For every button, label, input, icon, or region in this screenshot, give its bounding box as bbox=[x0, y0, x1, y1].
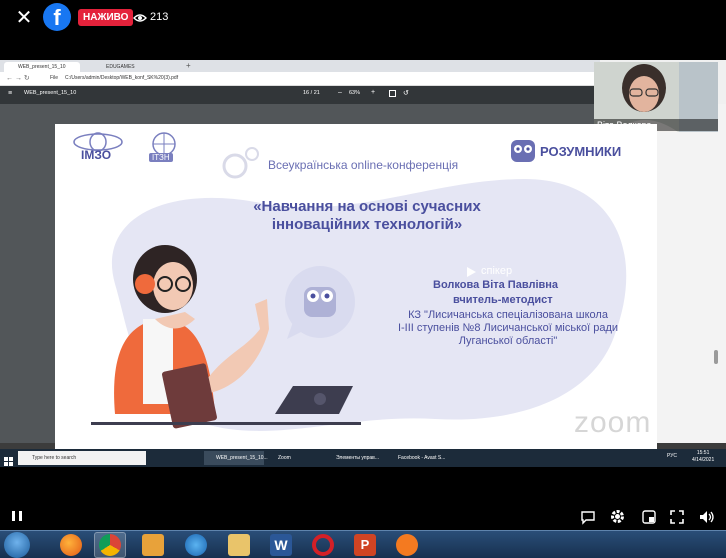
pdf-page-current[interactable]: 16 bbox=[303, 90, 309, 96]
brand-text: РОЗУМНИКИ bbox=[540, 143, 622, 159]
opera-icon[interactable] bbox=[312, 534, 334, 556]
avast-icon[interactable] bbox=[396, 534, 418, 556]
volume-icon[interactable] bbox=[698, 509, 716, 525]
file-label: File bbox=[50, 75, 59, 81]
pause-icon[interactable] bbox=[10, 509, 24, 523]
word-icon[interactable]: W bbox=[270, 534, 292, 556]
org-line3: Луганської області" bbox=[458, 335, 558, 347]
owl-logo-icon bbox=[511, 140, 535, 162]
zoom-watermark: zoom bbox=[574, 406, 652, 439]
org-line1: КЗ "Лисичанська спеціалізована школа bbox=[408, 309, 608, 321]
zoom-out-icon[interactable]: – bbox=[338, 89, 342, 96]
live-badge: НАЖИВО bbox=[78, 9, 134, 26]
browser-tab-pdf[interactable]: WEB_present_15_10 bbox=[4, 62, 80, 72]
scrollbar-thumb[interactable] bbox=[714, 350, 718, 364]
menu-icon[interactable]: ≡ bbox=[8, 90, 12, 98]
powerpoint-icon[interactable]: P bbox=[354, 534, 376, 556]
browser-tab-edugames[interactable]: EDUGAMES bbox=[92, 62, 172, 72]
firefox-icon[interactable] bbox=[60, 534, 82, 556]
windows-start-icon[interactable] bbox=[4, 453, 13, 466]
taskbar-app-label: Zoom bbox=[278, 455, 291, 461]
taskbar-app-zoom[interactable]: Zoom bbox=[266, 451, 318, 465]
pdf-title: WEB_present_15_10 bbox=[24, 90, 77, 96]
new-tab-icon[interactable]: + bbox=[186, 61, 191, 70]
nav-arrows-icon[interactable]: ← → ↻ bbox=[6, 74, 30, 82]
slide-title-line1: «Навчання на основі сучасних bbox=[253, 198, 481, 215]
org-line2: І-ІІІ ступенів №8 Лисичанської міської р… bbox=[397, 322, 619, 334]
viewers-count: 213 bbox=[133, 9, 168, 26]
taskbar-app-facebook[interactable]: Facebook - Avast S... bbox=[386, 451, 448, 465]
webcam-video: Віта Волкова bbox=[594, 62, 718, 132]
windows-taskbar: W P bbox=[0, 530, 726, 558]
ptsn-logo-text: ІТЗН bbox=[149, 153, 173, 162]
taskbar-app-pdf[interactable]: WEB_present_15_10... bbox=[204, 451, 268, 465]
ptsn-logo: ІТЗН bbox=[140, 130, 188, 164]
fb-top-bar: ✕ f НАЖИВО 213 bbox=[0, 0, 726, 34]
taskbar-app-label: WEB_present_15_10... bbox=[216, 455, 268, 461]
address-text: C:/Users/admin/Desktop/WEB_konf_SK%20(3)… bbox=[65, 75, 179, 81]
slide-title: «Навчання на основі сучасних інноваційни… bbox=[237, 198, 497, 234]
imzo-logo: ІМЗО bbox=[65, 132, 131, 162]
picture-in-picture-icon[interactable] bbox=[641, 509, 657, 525]
taskbar-search-text: Type here to search bbox=[32, 455, 77, 461]
speaker-label: спікер bbox=[481, 265, 513, 277]
address-bar[interactable]: ← → ↻ File C:/Users/admin/Desktop/WEB_ko… bbox=[0, 72, 600, 86]
taskbar-date: 4/14/2021 bbox=[692, 457, 715, 463]
taskbar-clock[interactable]: 15:51 4/14/2021 bbox=[692, 450, 714, 464]
gear-icon[interactable] bbox=[609, 508, 626, 525]
close-icon[interactable]: ✕ bbox=[14, 7, 34, 27]
facebook-logo-icon[interactable]: f bbox=[43, 3, 71, 31]
taskbar-lang[interactable]: РУС bbox=[667, 453, 677, 459]
fit-page-icon[interactable] bbox=[389, 90, 396, 97]
inner-taskbar: Type here to search WEB_present_15_10...… bbox=[0, 449, 726, 467]
ie-icon[interactable] bbox=[185, 534, 207, 556]
rozumnyky-logo: РОЗУМНИКИ bbox=[510, 138, 621, 164]
start-orb-icon[interactable] bbox=[4, 532, 30, 558]
screen: ✕ f НАЖИВО 213 WEB_present_15_10 EDUGAME… bbox=[0, 0, 726, 558]
presentation-slide: ІМЗО ІТЗН РОЗУМНИКИ Всеукраїнська online… bbox=[55, 124, 657, 449]
browser-tab-strip: WEB_present_15_10 EDUGAMES + bbox=[0, 60, 600, 72]
captions-icon[interactable] bbox=[580, 509, 596, 525]
pdf-page-total: / 21 bbox=[310, 90, 320, 96]
speaker-org: КЗ "Лисичанська спеціалізована школа І-І… bbox=[373, 309, 643, 348]
imzo-logo-text: ІМЗО bbox=[81, 148, 112, 162]
taskbar-search[interactable]: Type here to search bbox=[18, 451, 146, 465]
slide-background bbox=[91, 147, 627, 431]
viewers-number: 213 bbox=[150, 11, 169, 23]
pdf-page-indicator: 16 / 21 bbox=[303, 90, 320, 96]
eye-icon bbox=[133, 13, 147, 22]
chrome-icon[interactable] bbox=[99, 534, 121, 556]
pdf-toolbar: ≡ WEB_present_15_10 16 / 21 – 63% + ↺ bbox=[0, 86, 600, 104]
taskbar-app-controls[interactable]: Элементы управ... bbox=[324, 451, 382, 465]
folder-icon[interactable] bbox=[228, 534, 250, 556]
fullscreen-icon[interactable] bbox=[669, 509, 685, 525]
taskbar-app-label: Facebook - Avast S... bbox=[398, 455, 446, 461]
media-player-icon[interactable] bbox=[142, 534, 164, 556]
zoom-in-icon[interactable]: + bbox=[371, 89, 375, 96]
tab-label: WEB_present_15_10 bbox=[18, 64, 66, 70]
video-controls bbox=[0, 505, 726, 527]
speaker-name: Волкова Віта Павлівна bbox=[433, 279, 559, 291]
speaker-role: вчитель-методист bbox=[453, 294, 553, 306]
taskbar-app-label: Элементы управ... bbox=[336, 455, 379, 461]
tab-label: EDUGAMES bbox=[106, 64, 135, 70]
pdf-zoom-value[interactable]: 63% bbox=[349, 90, 360, 96]
slide-title-line2: інноваційних технологій» bbox=[271, 216, 463, 233]
conference-label: Всеукраїнська online-конференція bbox=[268, 158, 459, 172]
rotate-icon[interactable]: ↺ bbox=[403, 89, 409, 97]
taskbar-time: 15:51 bbox=[696, 450, 710, 456]
